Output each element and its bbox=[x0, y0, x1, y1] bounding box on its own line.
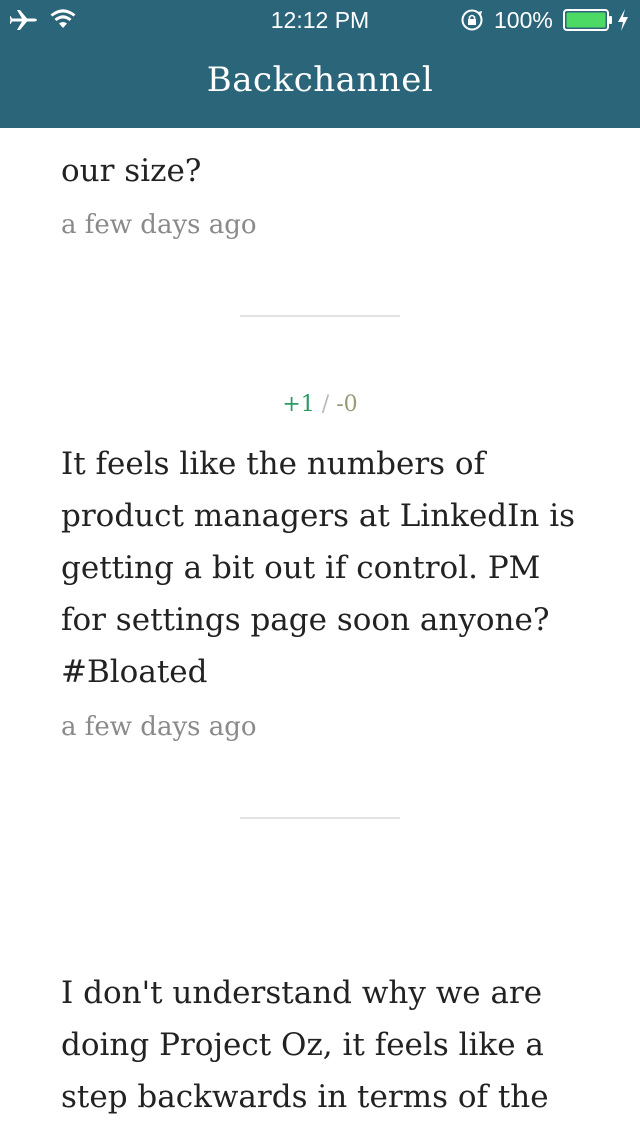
battery-icon bbox=[563, 9, 612, 31]
post-text[interactable]: It feels like the numbers of product man… bbox=[61, 438, 591, 698]
post-feed[interactable]: our size? a few days ago +1 / -0 It feel… bbox=[0, 0, 640, 1136]
navigation-bar: 12:12 PM 100% Backchannel bbox=[0, 0, 640, 128]
post-text: our size? bbox=[61, 153, 202, 189]
downvote-count[interactable]: -0 bbox=[336, 392, 357, 417]
page-title: Backchannel bbox=[206, 60, 434, 100]
phone-screen: our size? a few days ago +1 / -0 It feel… bbox=[0, 0, 640, 1136]
post-timestamp: a few days ago bbox=[61, 712, 257, 742]
post-divider bbox=[240, 315, 400, 317]
post-timestamp: a few days ago bbox=[61, 210, 257, 240]
vote-tally: +1 / -0 bbox=[0, 392, 640, 417]
battery-percentage: 100% bbox=[494, 7, 553, 33]
status-bar: 12:12 PM 100% bbox=[0, 0, 640, 40]
vote-separator: / bbox=[321, 392, 330, 417]
post-text[interactable]: I don't understand why we are doing Proj… bbox=[61, 967, 591, 1123]
upvote-count[interactable]: +1 bbox=[282, 392, 314, 417]
rotation-lock-icon bbox=[461, 9, 483, 31]
charging-icon bbox=[618, 9, 628, 31]
post-divider bbox=[240, 817, 400, 819]
